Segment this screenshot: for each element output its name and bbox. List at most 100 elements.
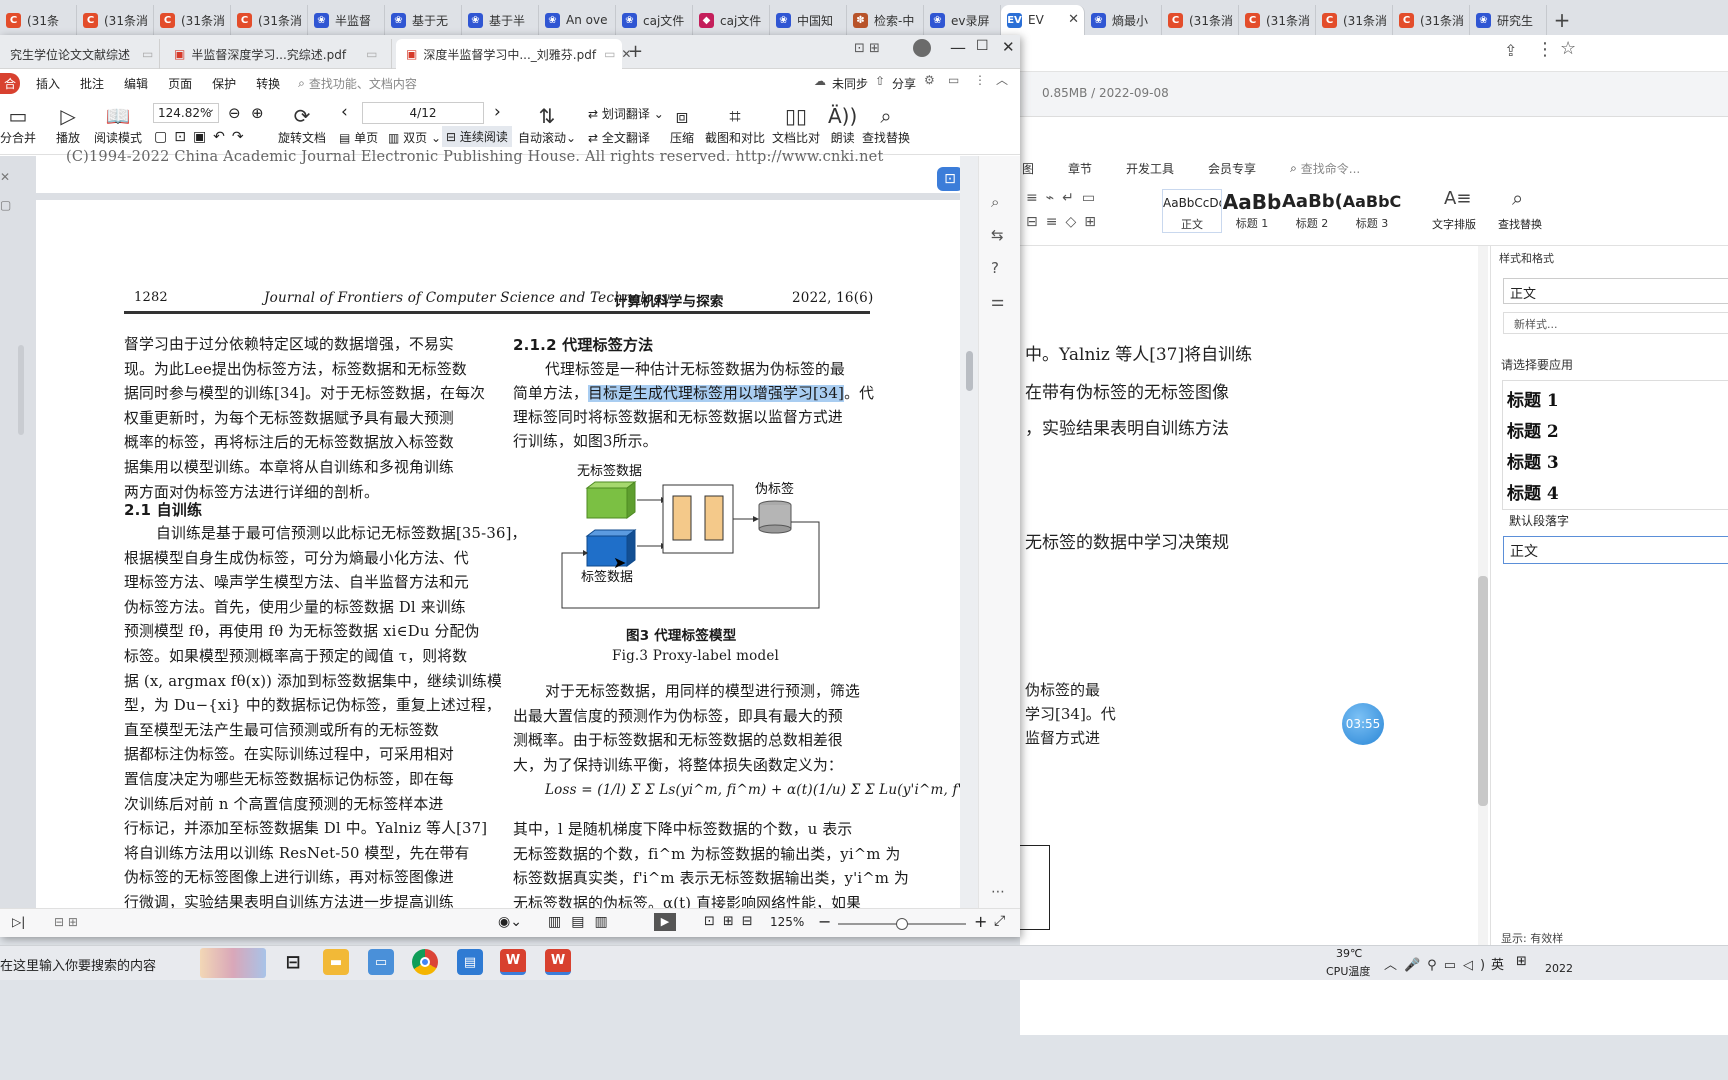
pane-style-heading-3[interactable]: 标题 3 — [1507, 448, 1559, 473]
zoom-slider[interactable] — [838, 918, 966, 930]
view-icons[interactable]: ▢⊡▣↶↷ — [154, 129, 251, 145]
browser-tab[interactable]: C (31条消 — [1239, 5, 1316, 35]
menu-item[interactable]: 保护 — [212, 75, 236, 92]
body-line[interactable]: 据都标注伪标签。在实际训练过程中，可采用相对 — [124, 743, 454, 764]
left-scrollbar[interactable] — [18, 345, 24, 435]
browser-tab[interactable]: C (31条消 — [1316, 5, 1393, 35]
sync-status[interactable]: 未同步 — [832, 75, 868, 92]
function-search[interactable]: 查找功能、文档内容 — [309, 75, 417, 92]
body-line[interactable]: 代理标签是一种估计无标签数据为伪标签的最 — [545, 358, 845, 379]
single-page-button[interactable]: ▤ 单页 — [339, 129, 378, 146]
browser-tab[interactable]: C (31条 — [0, 5, 77, 35]
body-line[interactable]: 据同时参与模型的训练[34]。对于无标签数据，在每次 — [124, 382, 485, 403]
browser-tab[interactable]: ❀ 基于无 — [385, 5, 462, 35]
pdf-vscrollbar[interactable] — [960, 156, 978, 908]
last-page-icon[interactable]: ▷| — [12, 915, 25, 929]
body-line[interactable]: 次训练后对前 n 个高置信度预测的无标签样本进 — [124, 793, 443, 814]
browser-tab[interactable]: C (31条消 — [154, 5, 231, 35]
pdf-tab-active[interactable]: ▣ 深度半监督学习中..._刘雅芬.pdf ▭ ✕ — [396, 39, 631, 69]
body-line[interactable]: 大，为了保持训练平衡，将整体损失函数定义为： — [513, 754, 843, 775]
menu-item[interactable]: 转换 — [256, 75, 280, 92]
body-line[interactable]: 权重更新时，为每个无标签数据赋予具有最大预测 — [124, 407, 454, 428]
current-style-field[interactable]: 正文 — [1503, 278, 1728, 304]
app-window-icon[interactable]: ▤ — [457, 949, 483, 975]
body-line[interactable]: 伪标签方法。首先，使用少量的标签数据 Dl 来训练 — [124, 596, 466, 617]
body-line[interactable]: 据 (x, argmax fθ(x)) 添加到标签数据集中，继续训练模 — [124, 670, 502, 691]
tray-icons[interactable]: ︿🎤⚲▭◁) — [1384, 954, 1492, 973]
body-line[interactable]: 其中，l 是随机梯度下降中标签数据的个数，u 表示 — [513, 818, 852, 839]
style-heading-1[interactable]: AaBb 标题 1 — [1222, 189, 1282, 233]
compress-button[interactable]: ⧈ 压缩 — [670, 103, 694, 146]
find-replace-icon[interactable]: ⌕ — [1512, 186, 1523, 210]
body-line[interactable]: 现。为此Lee提出伪标签方法，标签数据和无标签数 — [124, 358, 467, 379]
comment-icon[interactable]: ▭ — [948, 73, 959, 87]
wps-writer-icon[interactable]: W — [500, 949, 526, 975]
browser-tab[interactable]: ◆ caj文件 — [693, 5, 770, 35]
task-view-icon[interactable]: ⊟ — [280, 949, 306, 975]
word-text-line[interactable]: 在带有伪标签的无标签图像 — [1025, 378, 1229, 403]
menu-item[interactable]: 合 — [0, 72, 21, 94]
rotate-doc-button[interactable]: ⟳ 旋转文档 — [278, 103, 326, 146]
browser-tab[interactable]: ❀ 半监督 — [308, 5, 385, 35]
word-menu-item[interactable]: 章节 — [1068, 160, 1092, 177]
page-input[interactable]: 4/12 — [362, 102, 484, 124]
find-replace-button[interactable]: ⌕ 查找替换 — [862, 103, 910, 146]
word-text-line[interactable]: 无标签的数据中学习决策规 — [1025, 528, 1229, 553]
body-line[interactable]: 据集用以模型训练。本章将从自训练和多视角训练 — [124, 456, 454, 477]
side-tool-icons[interactable]: ⌕ ⇆? ⚌ — [991, 186, 1004, 318]
laptop-app-icon[interactable]: ▭ — [368, 949, 394, 975]
text-layout-icon[interactable]: A≡ — [1444, 188, 1471, 209]
maximize-icon[interactable]: ☐ — [976, 38, 989, 54]
pane-style-heading-1[interactable]: 标题 1 — [1507, 386, 1559, 411]
word-text-line[interactable]: 伪标签的最 — [1025, 679, 1100, 700]
body-line[interactable]: 标签数据真实类，f'i^m 表示无标签数据输出类，y'i^m 为 — [513, 867, 909, 888]
word-menu-item[interactable]: 图 — [1022, 160, 1034, 177]
browser-tab[interactable]: C (31条消 — [1393, 5, 1470, 35]
double-page-button[interactable]: ▥ 双页 ⌄ — [388, 129, 441, 146]
browser-tab[interactable]: ✽ 检索-中 — [847, 5, 924, 35]
menu-item[interactable]: 页面 — [168, 75, 192, 92]
body-line[interactable]: 概率的标签，再将标注后的无标签数据放入标签数 — [124, 431, 454, 452]
fit-icons[interactable]: ⊡⊞⊟ — [704, 914, 761, 929]
body-style-item[interactable]: 正文 — [1503, 536, 1728, 564]
play-button[interactable]: ▷ 播放 — [56, 103, 80, 146]
format-icons[interactable]: ≡⌁↵▭ — [1026, 190, 1103, 206]
chrome-icon[interactable] — [412, 949, 438, 975]
body-line[interactable]: 伪标签的无标签图像上进行训练，再对标签图像进 — [124, 866, 454, 887]
browser-tab[interactable]: ❀ An ove — [539, 5, 616, 35]
read-mode-button[interactable]: 📖 阅读模式 — [94, 103, 142, 146]
continuous-read-button[interactable]: ⊟ 连续阅读 — [442, 126, 512, 147]
pdf-tab[interactable]: 究生学位论文文献综述 ▭ — [0, 39, 160, 69]
more-icon[interactable]: ⋮ — [974, 73, 986, 87]
star-icon[interactable]: ☆ — [1560, 38, 1576, 59]
body-line[interactable]: 自训练是基于最可信预测以此标记无标签数据[35-36]， — [156, 522, 527, 543]
body-line[interactable]: 行训练，如图3所示。 — [513, 430, 658, 451]
window-layout-icon[interactable]: ⊡ ⊞ — [854, 41, 880, 56]
menu-item[interactable]: 插入 — [36, 75, 60, 92]
body-line[interactable]: 标签。如果模型预测概率高于预定的阈值 τ，则将数 — [124, 645, 467, 666]
auto-scroll-button[interactable]: ⇅ 自动滚动⌄ — [518, 103, 576, 146]
prev-page-icon[interactable]: ‹ — [341, 102, 348, 122]
eye-icon[interactable]: ◉⌄ — [498, 914, 522, 930]
zoom-in-icon[interactable]: + — [974, 912, 987, 931]
zoom-out-icon[interactable]: ⊖ — [228, 104, 241, 122]
menu-item[interactable]: 编辑 — [124, 75, 148, 92]
paragraph-icons[interactable]: ⊟≡◇⊞ — [1026, 214, 1104, 230]
status-view-icons[interactable]: ▥▤▥ — [548, 914, 618, 930]
style-normal[interactable]: AaBbCcDd 正文 — [1162, 189, 1222, 233]
collapse-icon[interactable]: ︿ — [996, 71, 1008, 88]
recording-timer[interactable]: 03:55 — [1342, 703, 1384, 745]
body-line[interactable]: 对于无标签数据，用同样的模型进行预测，筛选 — [545, 680, 860, 701]
tab-close-icon[interactable]: ✕ — [1068, 12, 1079, 27]
ime-indicator[interactable]: 英 — [1491, 954, 1504, 973]
pdf-tab[interactable]: ▣ 半监督深度学习...究综述.pdf ▭ — [164, 39, 392, 69]
body-line[interactable]: 简单方法，目标是生成代理标签用以增强学习[34]。代 — [513, 382, 874, 403]
selection-translate-button[interactable]: ⇄ 划词翻译 ⌄ — [588, 105, 664, 122]
taskbar-search[interactable]: 在这里输入你要搜索的内容 — [0, 955, 156, 974]
fullscreen-icon[interactable]: ⤢ — [994, 913, 1005, 929]
tab-pin-icon[interactable]: ▭ — [604, 47, 615, 61]
tab-pin-icon[interactable]: ▭ — [142, 47, 153, 61]
settings-icon[interactable]: ⚙ — [924, 73, 935, 87]
browser-tab[interactable]: C (31条消 — [231, 5, 308, 35]
show-filter[interactable]: 显示: 有效样 — [1501, 930, 1563, 946]
